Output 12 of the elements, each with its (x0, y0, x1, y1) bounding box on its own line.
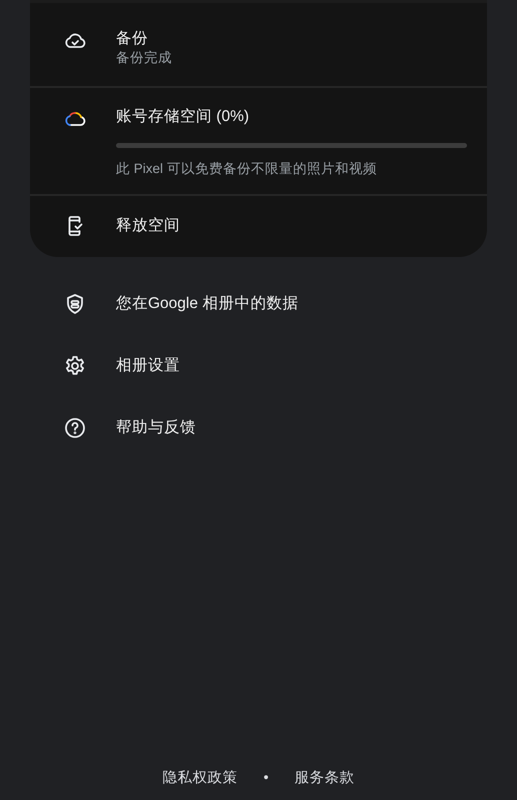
menu-item[interactable]: 相册设置 (116, 356, 180, 376)
item-title[interactable]: 备份 (116, 29, 487, 50)
item-subtitle: 备份完成 (116, 49, 173, 67)
menu-item[interactable]: 帮助与反馈 (116, 418, 196, 438)
menu-item[interactable]: 您在Google 相册中的数据 (116, 294, 298, 314)
footer-link[interactable]: 隐私权政策 (162, 768, 238, 790)
help-icon (63, 416, 87, 440)
item-note: 此 Pixel 可以免费备份不限量的照片和视频 (116, 160, 378, 178)
item-title[interactable]: 账号存储空间 (0%) (116, 106, 487, 127)
footer-link[interactable]: 服务条款 (294, 768, 355, 790)
item-title[interactable]: 释放空间 (116, 216, 487, 236)
separator-dot: • (263, 769, 269, 788)
